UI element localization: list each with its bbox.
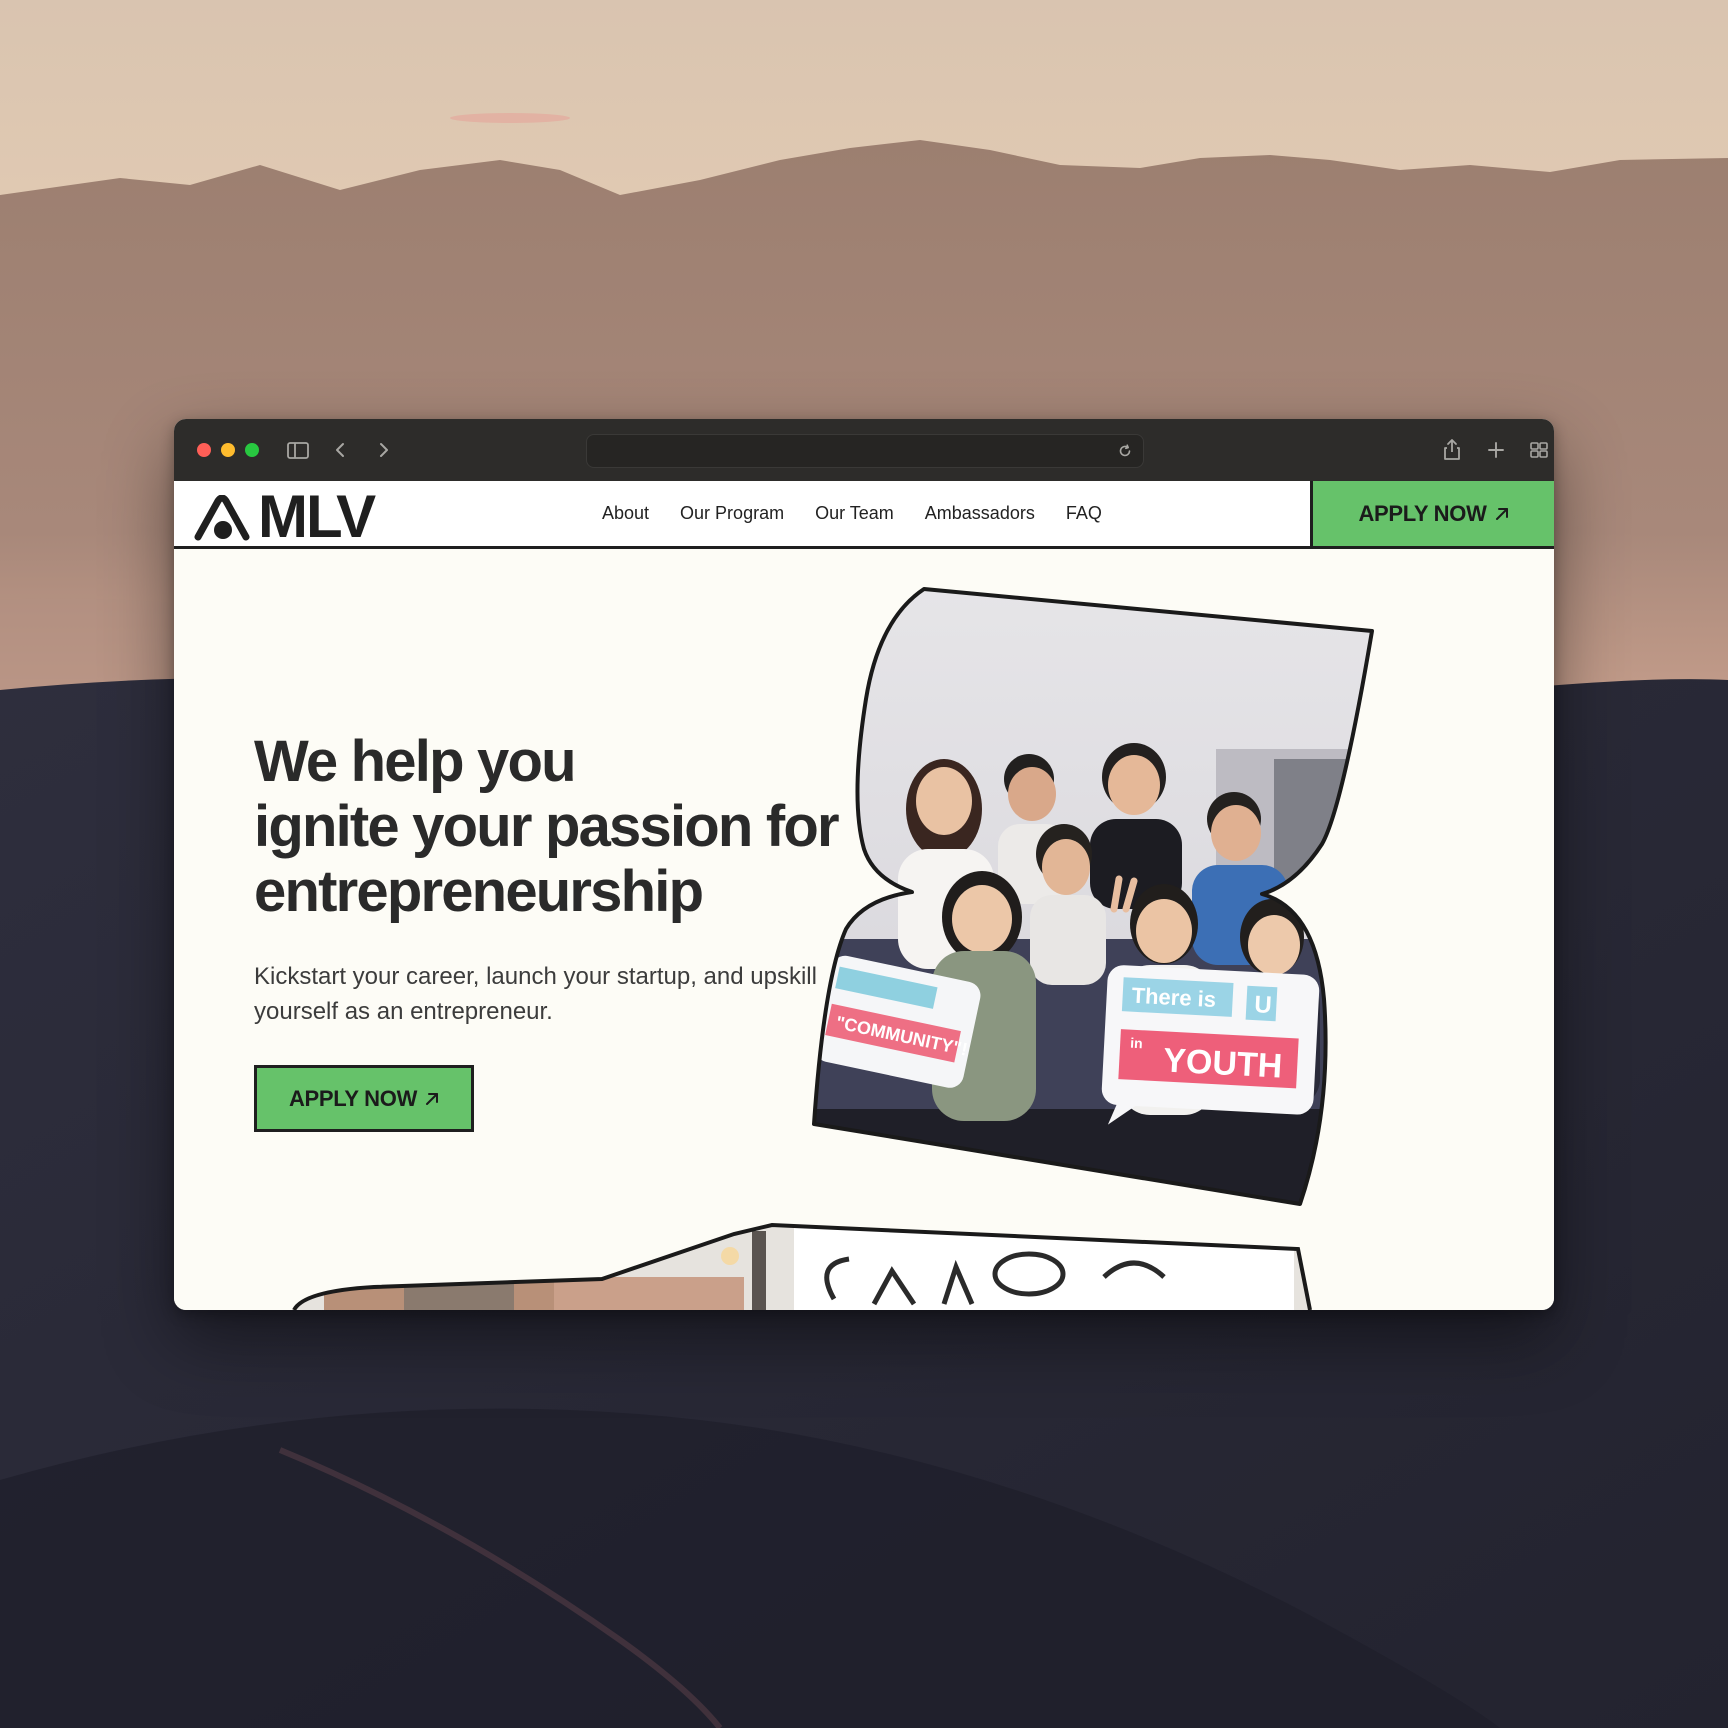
- nav-ambassadors[interactable]: Ambassadors: [925, 503, 1035, 524]
- browser-toolbar: [174, 419, 1554, 481]
- sign-in-text: in: [1130, 1035, 1143, 1052]
- arrow-up-right-icon: [426, 1092, 439, 1105]
- hero-headline-line1: We help you: [254, 729, 577, 794]
- logo-mark-icon: [194, 495, 250, 541]
- hero-headline-line2: ignite your passion for: [254, 794, 840, 859]
- site-header: MLV About Our Program Our Team Ambassado…: [174, 481, 1554, 549]
- sign-youth-text: YOUTH: [1162, 1041, 1283, 1085]
- hero-headline: We help you ignite your passion for entr…: [254, 729, 894, 924]
- minimize-window-button[interactable]: [221, 443, 235, 457]
- hero-apply-now-label: APPLY NOW: [288, 1085, 418, 1111]
- browser-window: MLV About Our Program Our Team Ambassado…: [174, 419, 1554, 1310]
- hero-photo-collage: "COMMUNITY"! There is U in YOUTH: [292, 587, 1374, 1310]
- arrow-up-right-icon: [1495, 507, 1508, 520]
- back-icon[interactable]: [326, 436, 354, 464]
- sign-u-text: U: [1254, 991, 1273, 1019]
- hero-apply-now-button[interactable]: APPLY NOW: [254, 1065, 474, 1132]
- nav-our-team[interactable]: Our Team: [815, 503, 894, 524]
- hero-section: "COMMUNITY"! There is U in YOUTH We help…: [174, 549, 1554, 1310]
- header-apply-now-button[interactable]: APPLY NOW: [1310, 481, 1554, 546]
- close-window-button[interactable]: [197, 443, 211, 457]
- hero-headline-line3: entrepreneurship: [254, 859, 704, 924]
- hero-subtext: Kickstart your career, launch your start…: [254, 963, 817, 1025]
- share-icon[interactable]: [1438, 436, 1466, 464]
- sign-there-is-text: There is: [1131, 983, 1217, 1012]
- nav-faq[interactable]: FAQ: [1066, 503, 1102, 524]
- forward-icon[interactable]: [370, 436, 398, 464]
- header-apply-now-label: APPLY NOW: [1358, 500, 1487, 526]
- sidebar-icon[interactable]: [284, 436, 312, 464]
- new-tab-icon[interactable]: [1482, 436, 1510, 464]
- logo-wordmark: MLV: [258, 483, 376, 550]
- nav-about[interactable]: About: [602, 503, 649, 524]
- address-bar[interactable]: [586, 434, 1144, 468]
- nav-our-program[interactable]: Our Program: [680, 503, 784, 524]
- main-navigation: About Our Program Our Team Ambassadors F…: [602, 481, 1133, 546]
- zoom-window-button[interactable]: [245, 443, 259, 457]
- tab-overview-icon[interactable]: [1525, 436, 1553, 464]
- reload-icon[interactable]: [1117, 443, 1133, 459]
